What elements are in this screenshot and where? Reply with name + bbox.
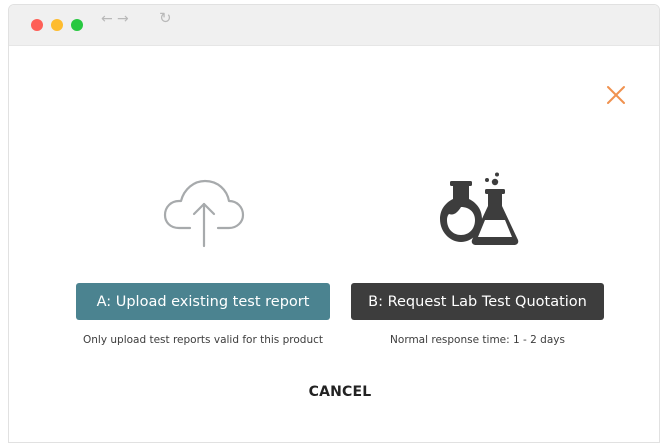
response-time-note: Normal response time: 1 - 2 days	[390, 334, 565, 346]
browser-window	[8, 4, 660, 443]
upload-note: Only upload test reports valid for this …	[82, 334, 323, 346]
request-quotation-button[interactable]: B: Request Lab Test Quotation	[351, 283, 604, 320]
lab-flasks-icon	[440, 172, 519, 245]
window-minimize-dot[interactable]	[51, 19, 63, 31]
forward-arrow-icon[interactable]: →	[117, 11, 129, 27]
close-icon[interactable]	[605, 83, 627, 105]
back-arrow-icon[interactable]: ←	[101, 11, 113, 27]
cancel-button[interactable]: CANCEL	[290, 384, 390, 400]
cloud-upload-icon	[163, 179, 245, 248]
window-close-dot[interactable]	[31, 19, 43, 31]
reload-icon[interactable]: ↻	[159, 10, 172, 26]
upload-report-button[interactable]: A: Upload existing test report	[76, 283, 330, 320]
window-zoom-dot[interactable]	[71, 19, 83, 31]
